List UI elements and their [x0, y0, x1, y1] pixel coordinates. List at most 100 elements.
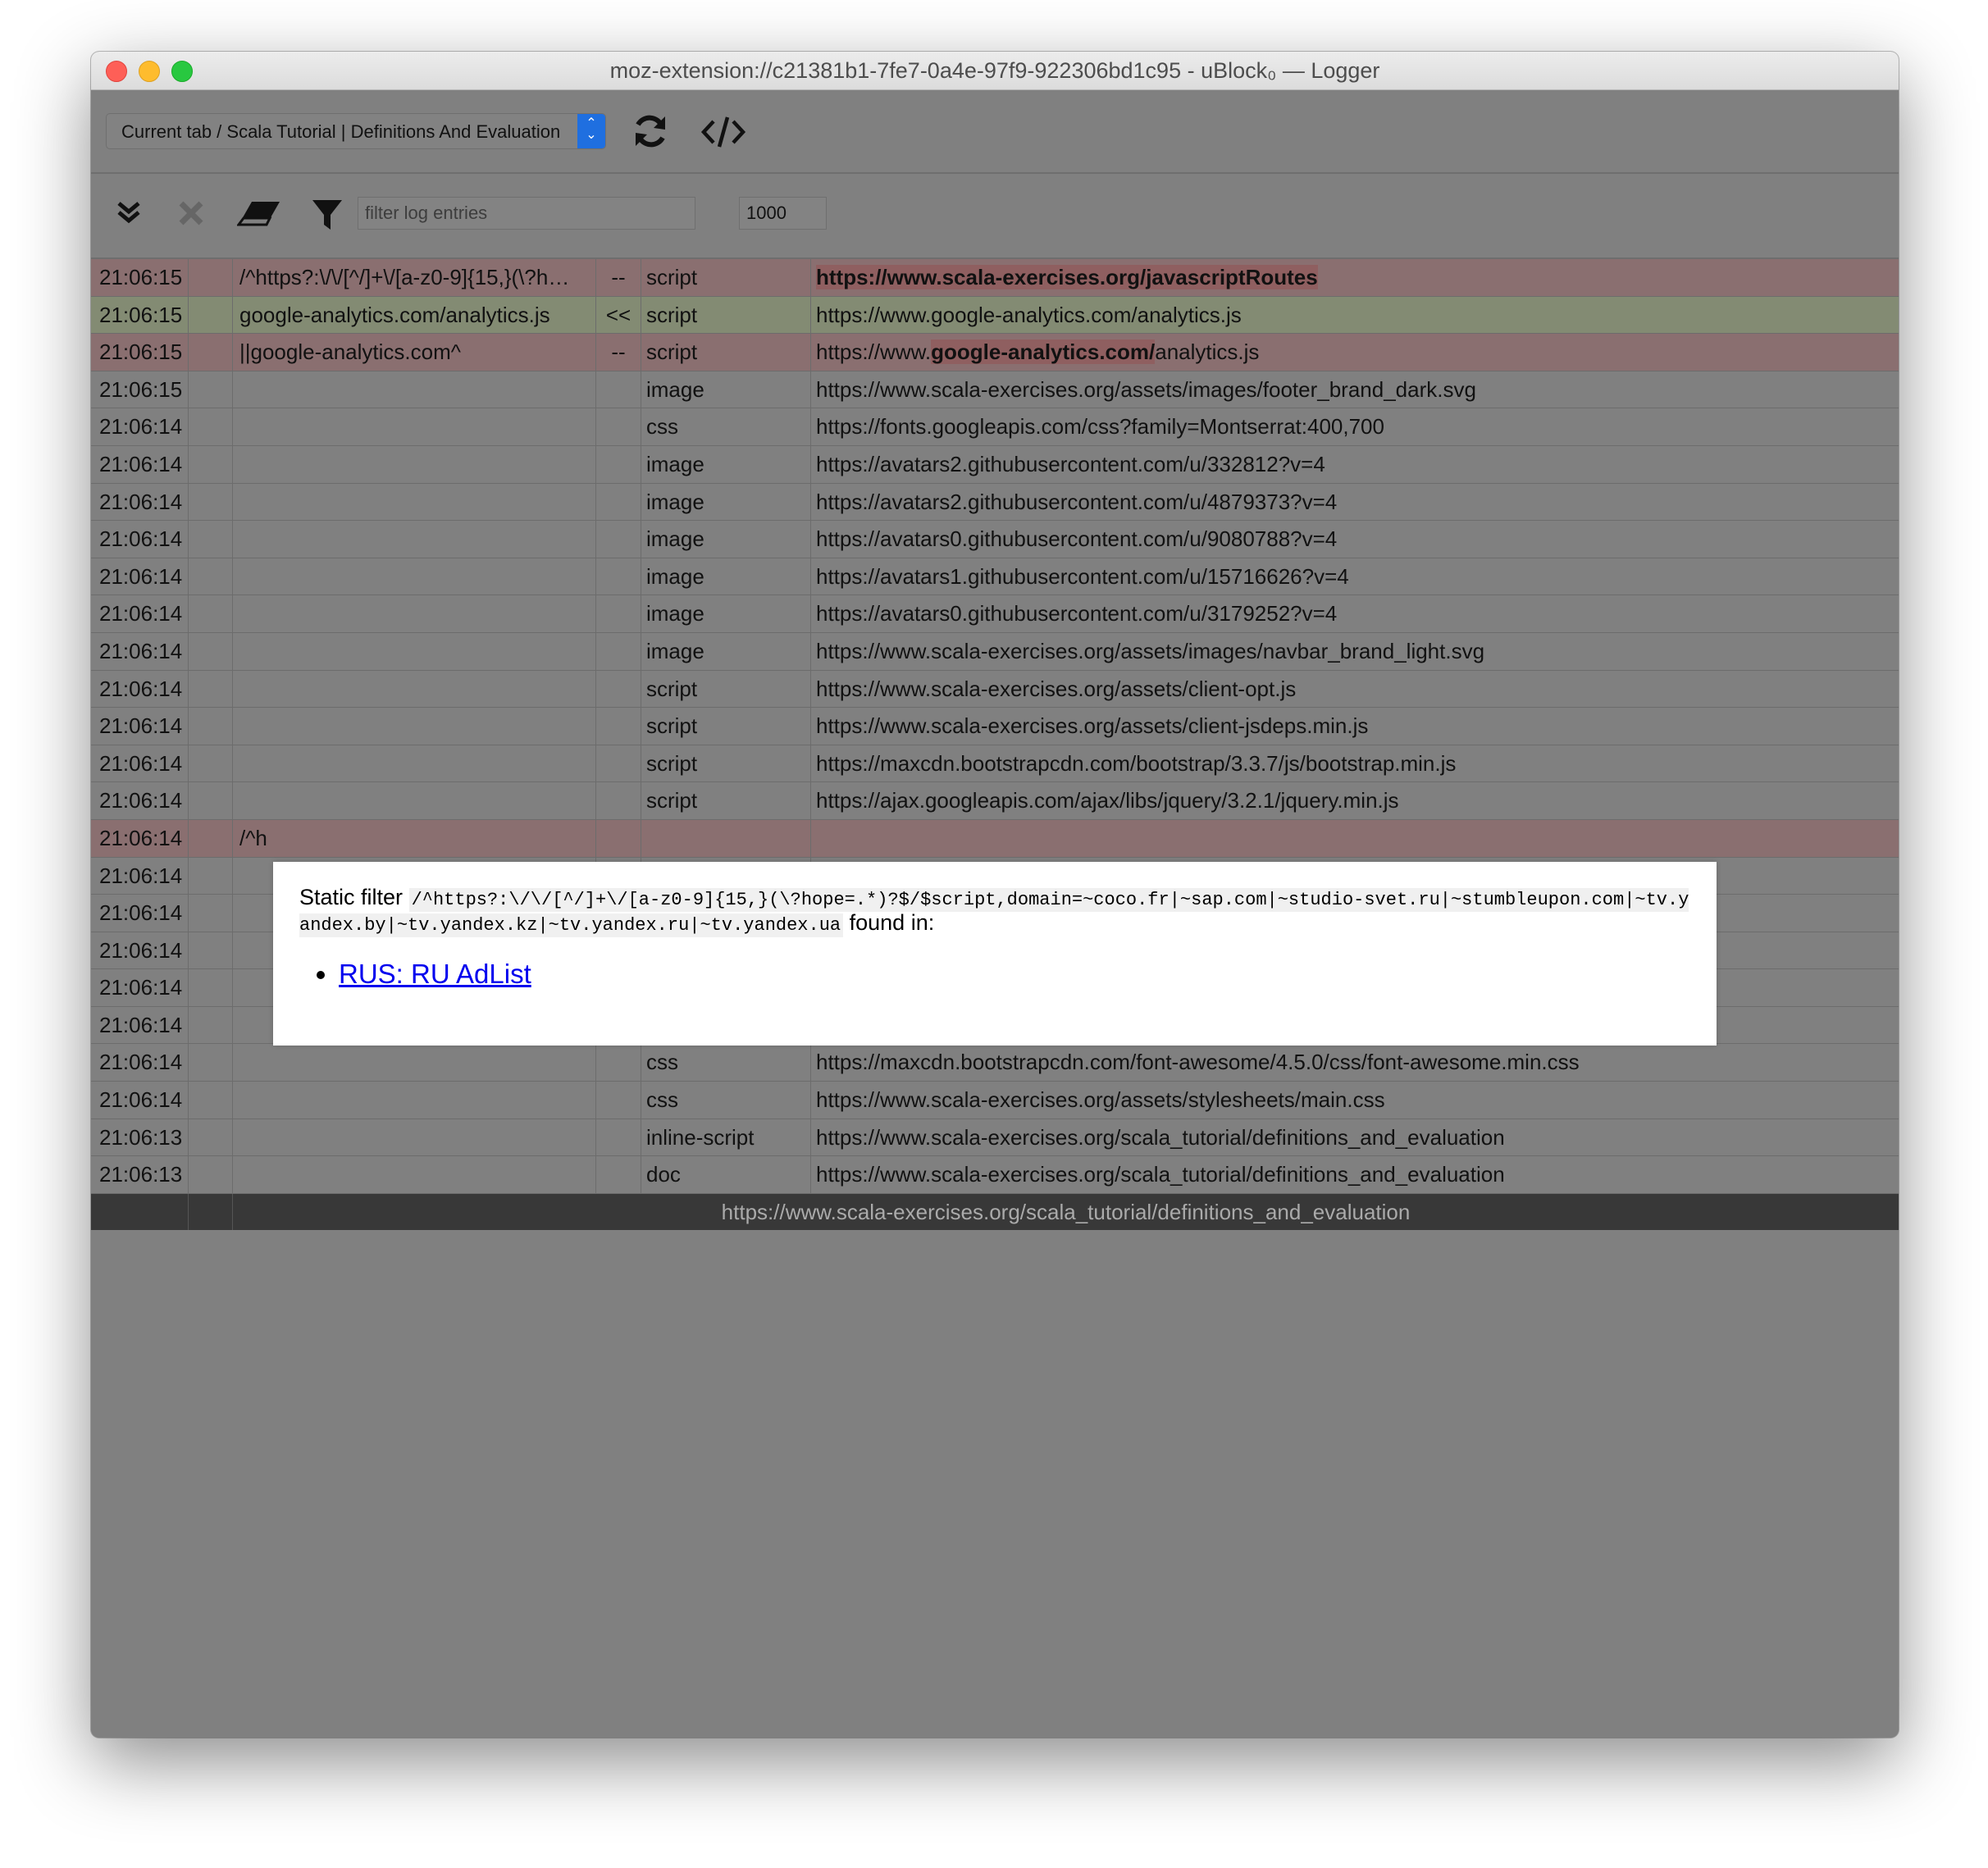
log-type: image	[641, 371, 811, 408]
log-time: 21:06:14	[91, 1082, 189, 1119]
log-filter[interactable]: /^h	[233, 819, 596, 857]
log-tab-cell	[189, 969, 233, 1006]
log-row[interactable]: 21:06:14 script https://www.scala-exercise…	[91, 670, 1899, 708]
filter-list-link[interactable]: RUS: RU AdList	[339, 959, 531, 989]
filter-input[interactable]	[358, 197, 695, 230]
log-tab-cell	[189, 595, 233, 632]
log-filter	[233, 445, 596, 483]
document-row[interactable]: https://www.scala-exercises.org/scala_tu…	[91, 1193, 1899, 1231]
tab-toolbar: Current tab / Scala Tutorial | Definitio…	[91, 90, 1899, 174]
log-filter	[233, 745, 596, 782]
log-url: https://avatars0.githubusercontent.com/u…	[816, 601, 1338, 626]
filter-icon[interactable]	[311, 198, 344, 235]
log-filter	[233, 521, 596, 558]
log-type: script	[641, 334, 811, 371]
log-tab-cell	[189, 521, 233, 558]
log-row[interactable]: 21:06:13 inline-script https://www.scala-e…	[91, 1119, 1899, 1157]
popup-prefix: Static filter	[299, 885, 404, 909]
log-row[interactable]: 21:06:13 doc https://www.scala-exercises.o…	[91, 1156, 1899, 1194]
log-time: 21:06:14	[91, 670, 189, 708]
log-row[interactable]: 21:06:14 css https://fonts.googleapis.com/…	[91, 408, 1899, 446]
log-tab-cell	[189, 670, 233, 708]
log-tab-cell	[189, 819, 233, 857]
log-filter	[233, 371, 596, 408]
log-tab-cell	[189, 259, 233, 296]
log-url: https://www.scala-exercises.org/scala_tu…	[816, 1124, 1505, 1150]
log-time: 21:06:14	[91, 708, 189, 745]
log-url	[811, 820, 1899, 857]
log-row[interactable]: 21:06:15 google-analytics.com/analytics.j…	[91, 296, 1899, 335]
max-entries-input[interactable]	[739, 197, 827, 230]
document-url: https://www.scala-exercises.org/scala_tu…	[721, 1199, 1411, 1224]
log-row[interactable]: 21:06:15 image https://www.scala-exercises…	[91, 371, 1899, 409]
log-filter	[233, 558, 596, 595]
log-time: 21:06:14	[91, 1006, 189, 1044]
log-url: https://ajax.googleapis.com/ajax/libs/jq…	[816, 788, 1399, 813]
eraser-icon[interactable]	[236, 200, 281, 232]
log-time: 21:06:14	[91, 445, 189, 483]
log-result: --	[596, 334, 641, 371]
log-result	[596, 708, 641, 745]
log-row[interactable]: 21:06:14 script https://www.scala-exercise…	[91, 708, 1899, 745]
log-tab-cell	[189, 932, 233, 969]
log-type: image	[641, 632, 811, 670]
log-row[interactable]: 21:06:14 image https://avatars2.githubuser…	[91, 445, 1899, 484]
log-filter	[233, 632, 596, 670]
log-row[interactable]: 21:06:14 image https://avatars0.githubuser…	[91, 521, 1899, 558]
log-time: 21:06:15	[91, 334, 189, 371]
close-icon[interactable]	[176, 198, 206, 232]
log-url-match: google-analytics.com/	[931, 339, 1156, 365]
log-time: 21:06:13	[91, 1156, 189, 1193]
log-time: 21:06:14	[91, 782, 189, 819]
log-row[interactable]: 21:06:14 image https://avatars0.githubuser…	[91, 595, 1899, 633]
log-time: 21:06:14	[91, 558, 189, 595]
filter-details-popup: Static filter /^https?:\/\/[^/]+\/[a-z0-…	[273, 862, 1717, 1046]
tab-selector[interactable]: Current tab / Scala Tutorial | Definitio…	[106, 113, 606, 149]
log-time: 21:06:14	[91, 632, 189, 670]
log-tab-cell	[189, 1156, 233, 1193]
popup-filter-text: /^https?:\/\/[^/]+\/[a-z0-9]{15,}(\?hope…	[299, 888, 1689, 937]
log-filter[interactable]: ||google-analytics.com^	[233, 334, 596, 371]
log-url: https://avatars0.githubusercontent.com/u…	[816, 526, 1338, 552]
log-type: css	[641, 1082, 811, 1119]
log-result	[596, 558, 641, 595]
window-title: moz-extension://c21381b1-7fe7-0a4e-97f9-…	[609, 58, 1380, 83]
log-row[interactable]: 21:06:14 /^h	[91, 819, 1899, 858]
log-tab-cell	[189, 782, 233, 819]
log-tab-cell	[189, 1006, 233, 1044]
log-filter	[233, 595, 596, 632]
doc-tab-cell	[189, 1193, 233, 1231]
log-row[interactable]: 21:06:15 ||google-analytics.com^ -- script h…	[91, 334, 1899, 371]
chevrons-down-icon[interactable]	[116, 198, 142, 229]
log-url: https://www.scala-exercises.org/assets/c…	[816, 713, 1369, 739]
log-type: image	[641, 483, 811, 521]
log-row[interactable]: 21:06:14 css https://maxcdn.bootstrapcdn.c…	[91, 1044, 1899, 1082]
log-time: 21:06:14	[91, 595, 189, 632]
log-filter[interactable]: /^https?:\/\/[^/]+\/[a-z0-9]{15,}(\?h…	[233, 259, 596, 296]
log-row[interactable]: 21:06:14 script https://ajax.googleapis.co…	[91, 782, 1899, 820]
log-time: 21:06:14	[91, 1044, 189, 1082]
log-type: script	[641, 745, 811, 782]
log-filter	[233, 1082, 596, 1119]
log-result	[596, 782, 641, 819]
log-time: 21:06:14	[91, 819, 189, 857]
log-result: <<	[596, 296, 641, 334]
log-url-suffix: analytics.js	[1155, 339, 1260, 365]
log-type: doc	[641, 1156, 811, 1193]
log-result	[596, 445, 641, 483]
code-icon[interactable]	[700, 115, 746, 153]
log-tab-cell	[189, 558, 233, 595]
log-row[interactable]: 21:06:15 /^https?:\/\/[^/]+\/[a-z0-9]{15,…	[91, 259, 1899, 297]
log-row[interactable]: 21:06:14 image https://avatars1.githubuser…	[91, 558, 1899, 596]
log-tab-cell	[189, 483, 233, 521]
log-row[interactable]: 21:06:14 image https://avatars2.githubuser…	[91, 483, 1899, 522]
log-row[interactable]: 21:06:14 csshttps://www.scala-exercises.o…	[91, 1082, 1899, 1119]
log-time: 21:06:14	[91, 932, 189, 969]
log-result	[596, 1119, 641, 1156]
log-row[interactable]: 21:06:14 image https://www.scala-exercises…	[91, 632, 1899, 671]
log-filter[interactable]: google-analytics.com/analytics.js	[233, 296, 596, 334]
log-tab-cell	[189, 745, 233, 782]
log-row[interactable]: 21:06:14 script https://maxcdn.bootstrapcd…	[91, 745, 1899, 783]
tab-selector-value: Current tab / Scala Tutorial | Definitio…	[121, 121, 561, 142]
refresh-icon[interactable]	[631, 112, 670, 155]
